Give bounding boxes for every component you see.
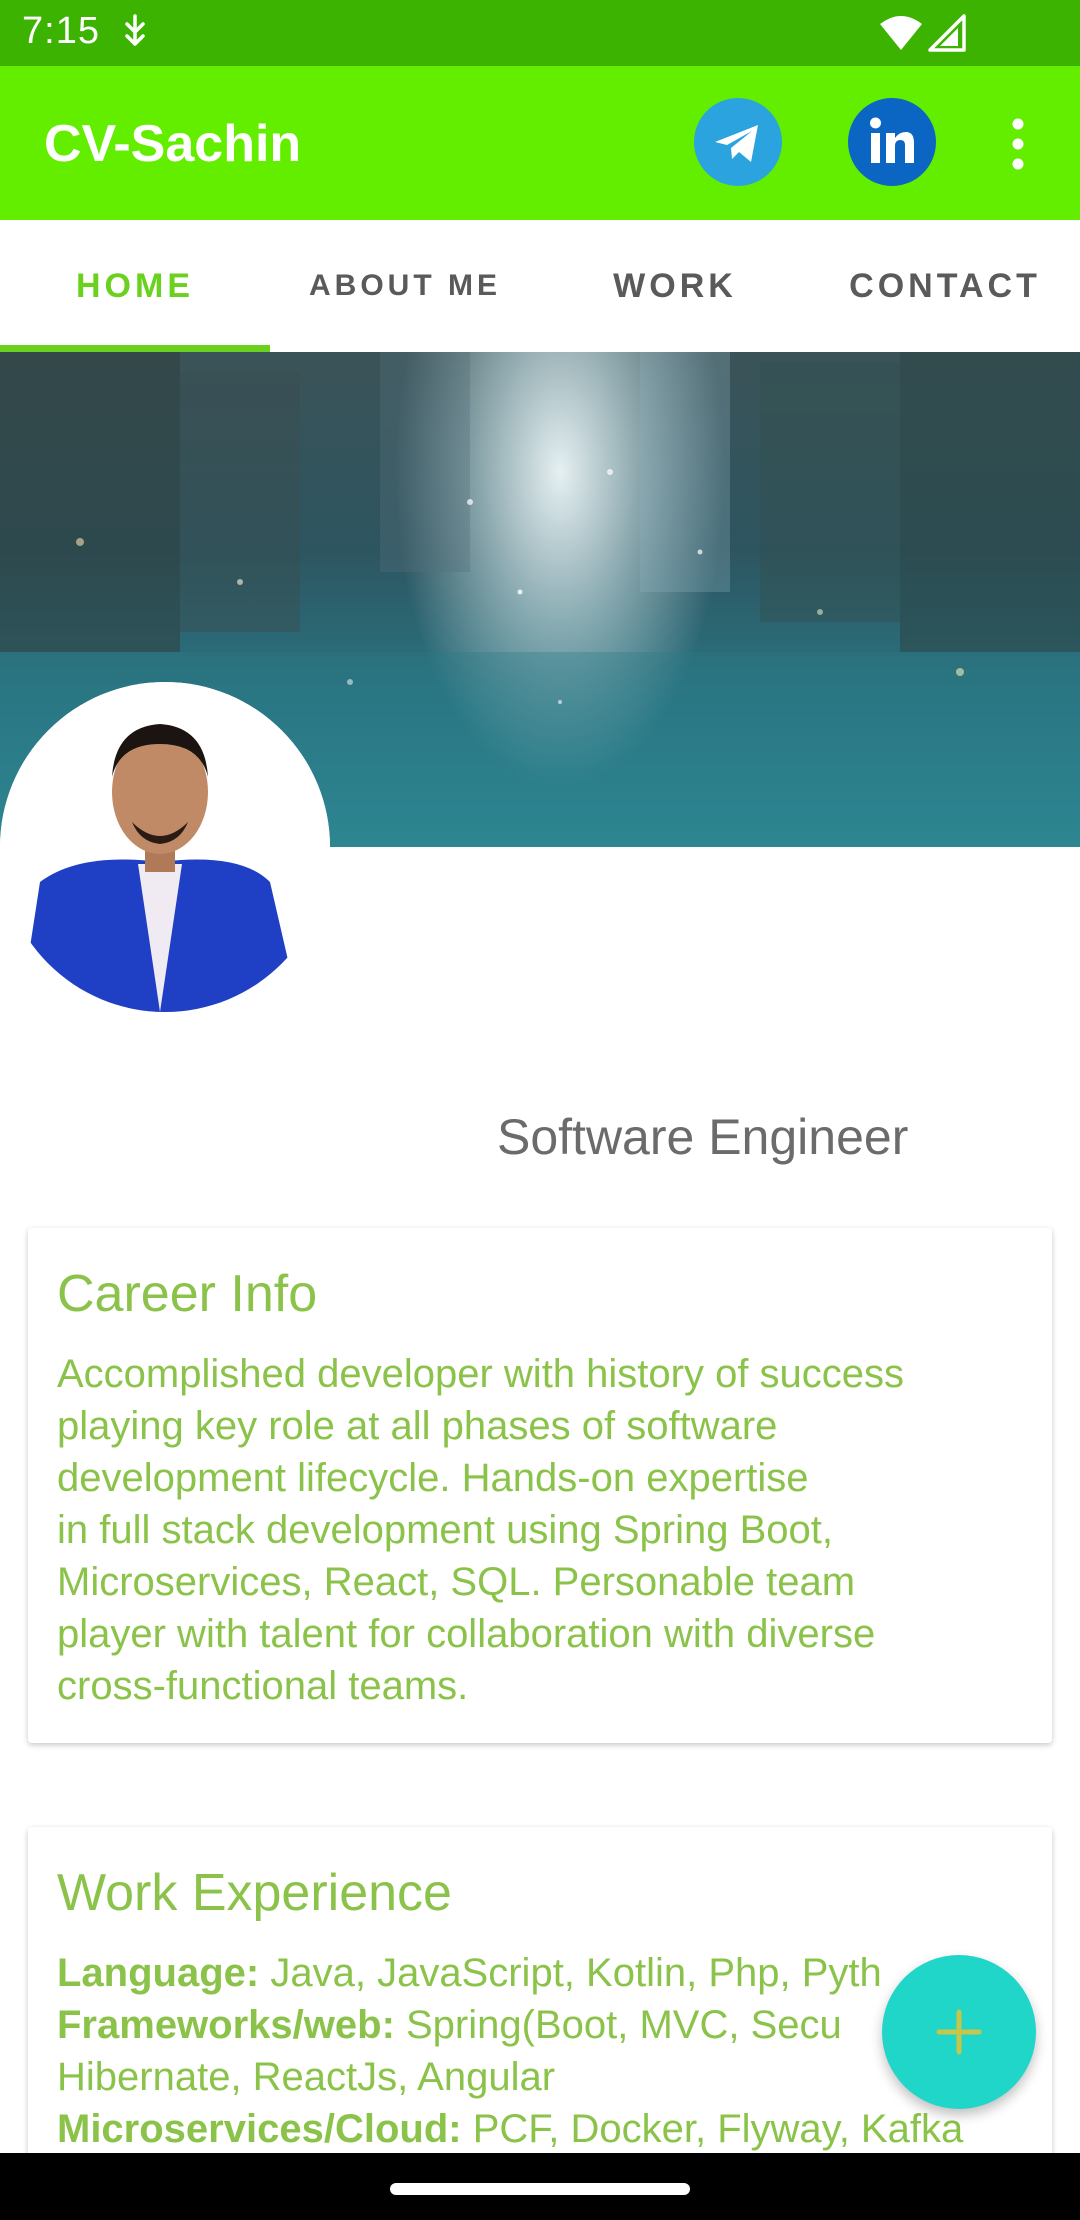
experience-value: Spring(Boot, MVC, Secu — [394, 2003, 842, 2047]
profile-avatar — [0, 682, 330, 1012]
status-bar: 7:15 — [0, 0, 1080, 66]
card-title: Work Experience — [57, 1864, 452, 1922]
tab-bar: HOME ABOUT ME WORK CONTACT — [0, 220, 1080, 352]
tab-label: ABOUT ME — [309, 269, 501, 302]
text-line: player with talent for collaboration wit… — [57, 1612, 876, 1656]
tab-home[interactable]: HOME — [0, 220, 270, 352]
text-line: in full stack development using Spring B… — [57, 1508, 833, 1552]
tab-contact[interactable]: CONTACT — [810, 220, 1080, 352]
experience-value: PCF, Docker, Flyway, Kafka — [461, 2107, 964, 2151]
text-line: development lifecycle. Hands-on expertis… — [57, 1456, 809, 1500]
overflow-menu-button[interactable] — [998, 116, 1038, 172]
text-line: Accomplished developer with history of s… — [57, 1352, 905, 1396]
telegram-button[interactable] — [694, 98, 782, 186]
system-nav-bar — [0, 2153, 1080, 2220]
status-time: 7:15 — [22, 10, 100, 52]
linkedin-icon — [870, 117, 914, 163]
experience-value: Hibernate, ReactJs, Angular — [57, 2055, 556, 2099]
linkedin-button[interactable] — [848, 98, 936, 186]
experience-line: Microservices/Cloud: PCF, Docker, Flyway… — [57, 2103, 1047, 2155]
card-title: Career Info — [57, 1265, 318, 1323]
text-line: cross-functional teams. — [57, 1664, 469, 1708]
app-bar: CV-Sachin — [0, 66, 1080, 220]
add-fab-button[interactable] — [882, 1955, 1036, 2109]
experience-value: Java, JavaScript, Kotlin, Php, Pyth — [259, 1951, 882, 1995]
telegram-icon — [715, 125, 758, 162]
usb-debug-icon — [125, 14, 145, 46]
tab-label: WORK — [613, 266, 737, 305]
signal-icon — [928, 14, 966, 52]
tab-label: CONTACT — [849, 266, 1041, 305]
more-vert-icon — [1012, 118, 1024, 170]
experience-label: Microservices/Cloud: — [57, 2107, 462, 2151]
text-line: Microservices, React, SQL. Personable te… — [57, 1560, 856, 1604]
add-icon — [936, 2009, 982, 2055]
text-line: playing key role at all phases of softwa… — [57, 1404, 778, 1448]
job-title: Software Engineer — [497, 1109, 909, 1165]
experience-label: Frameworks/web: — [57, 2003, 395, 2047]
tab-work[interactable]: WORK — [540, 220, 810, 352]
home-gesture-handle[interactable] — [390, 2183, 690, 2195]
tab-about-me[interactable]: ABOUT ME — [270, 220, 540, 352]
profile-photo — [0, 682, 330, 1012]
tab-indicator — [0, 345, 270, 352]
tab-label: HOME — [76, 266, 194, 305]
wifi-icon — [880, 16, 922, 50]
app-title: CV-Sachin — [44, 115, 302, 173]
career-info-card: Career Info Accomplished developer with … — [28, 1228, 1052, 1743]
experience-label: Language: — [57, 1951, 260, 1995]
career-info-text: Accomplished developer with history of s… — [57, 1348, 1027, 1712]
